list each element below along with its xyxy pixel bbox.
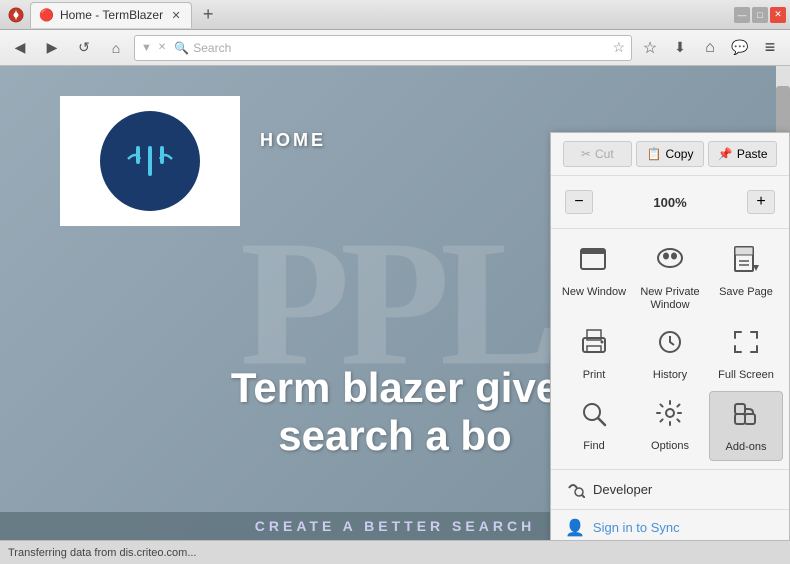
sync-icon: 👤 (565, 518, 585, 538)
full-screen-label: Full Screen (718, 369, 774, 382)
find-label: Find (583, 440, 604, 453)
url-dropdown-icon: ▼ (141, 42, 152, 54)
addons-menu-item[interactable]: Add-ons (709, 391, 783, 461)
developer-icon (565, 478, 585, 501)
copy-button[interactable]: 📋 Copy (636, 141, 705, 167)
window-controls: — □ ✕ (734, 7, 790, 23)
developer-menu-item[interactable]: Developer (551, 470, 789, 509)
find-icon (579, 399, 609, 434)
edit-section: ✂ Cut 📋 Copy 📌 Paste (551, 133, 789, 176)
minimize-button[interactable]: — (734, 7, 750, 23)
forward-button[interactable]: ▶ (38, 34, 66, 62)
sign-in-label: Sign in to Sync (593, 520, 680, 535)
history-icon (655, 328, 685, 363)
dropdown-menu: ✂ Cut 📋 Copy 📌 Paste − 100% + (550, 132, 790, 540)
close-button[interactable]: ✕ (770, 7, 786, 23)
zoom-row: − 100% + (563, 184, 777, 220)
copy-icon: 📋 (647, 147, 662, 161)
chat-icon[interactable]: 💬 (726, 34, 754, 62)
home-button[interactable]: ⌂ (102, 34, 130, 62)
zoom-section: − 100% + (551, 176, 789, 229)
cut-icon: ✂ (581, 147, 591, 161)
paste-button[interactable]: 📌 Paste (708, 141, 777, 167)
status-text: Transferring data from dis.criteo.com... (8, 547, 197, 559)
bookmark-icon[interactable]: ☆ (612, 39, 625, 56)
search-input[interactable]: Search (193, 41, 608, 55)
status-bar: Transferring data from dis.criteo.com... (0, 540, 790, 564)
nav-right-icons: ☆ ⬇ ⌂ 💬 ≡ (636, 34, 784, 62)
new-window-icon (579, 245, 609, 280)
home-nav-icon[interactable]: ⌂ (696, 34, 724, 62)
print-menu-item[interactable]: Print (557, 320, 631, 388)
back-button[interactable]: ◀ (6, 34, 34, 62)
history-label: History (653, 369, 687, 382)
bookmarks-icon[interactable]: ☆ (636, 34, 664, 62)
title-bar-left: 🔴 Home - TermBlazer ✕ + (0, 2, 734, 28)
icon-grid: New Window New Private Window (551, 229, 789, 470)
new-private-window-menu-item[interactable]: New Private Window (633, 237, 707, 318)
nav-bar: ◀ ▶ ↺ ⌂ ▼ ✕ 🔍 Search ☆ ☆ ⬇ ⌂ 💬 ≡ (0, 30, 790, 66)
history-menu-item[interactable]: History (633, 320, 707, 388)
main-content: PPL HOME Term bl (0, 66, 790, 540)
url-bar-icons: ☆ (612, 39, 625, 56)
addons-label: Add-ons (726, 441, 767, 454)
zoom-out-button[interactable]: − (565, 190, 593, 214)
save-page-menu-item[interactable]: Save Page (709, 237, 783, 318)
paste-icon: 📌 (718, 147, 733, 161)
cut-button[interactable]: ✂ Cut (563, 141, 632, 167)
sign-in-menu-item[interactable]: 👤 Sign in to Sync (551, 509, 789, 540)
download-icon[interactable]: ⬇ (666, 34, 694, 62)
print-icon (579, 328, 609, 363)
url-x-icon: ✕ (158, 42, 166, 53)
zoom-in-button[interactable]: + (747, 190, 775, 214)
options-label: Options (651, 440, 689, 453)
tab-favicon: 🔴 (39, 8, 54, 22)
save-page-label: Save Page (719, 286, 773, 299)
tab-title: Home - TermBlazer (60, 8, 163, 22)
url-bar[interactable]: ▼ ✕ 🔍 Search ☆ (134, 35, 632, 61)
options-menu-item[interactable]: Options (633, 391, 707, 461)
maximize-button[interactable]: □ (752, 7, 768, 23)
addons-icon (731, 400, 761, 435)
edit-row: ✂ Cut 📋 Copy 📌 Paste (563, 141, 777, 167)
logo-container (60, 96, 240, 226)
logo-circle (100, 111, 200, 211)
new-tab-button[interactable]: + (196, 3, 220, 27)
new-private-window-label: New Private Window (637, 286, 703, 312)
save-page-icon (731, 245, 761, 280)
browser-tab[interactable]: 🔴 Home - TermBlazer ✕ (30, 2, 192, 28)
title-bar: 🔴 Home - TermBlazer ✕ + — □ ✕ (0, 0, 790, 30)
full-screen-icon (731, 328, 761, 363)
bottom-site-text: CREATE A BETTER SEARCH (255, 518, 535, 534)
print-label: Print (583, 369, 606, 382)
new-window-menu-item[interactable]: New Window (557, 237, 631, 318)
search-icon: 🔍 (174, 41, 189, 55)
options-icon (655, 399, 685, 434)
new-window-label: New Window (562, 286, 626, 299)
hamburger-menu-button[interactable]: ≡ (756, 34, 784, 62)
developer-label: Developer (593, 482, 652, 497)
find-menu-item[interactable]: Find (557, 391, 631, 461)
full-screen-menu-item[interactable]: Full Screen (709, 320, 783, 388)
browser-favicon (8, 7, 24, 23)
zoom-value: 100% (653, 195, 686, 210)
refresh-button[interactable]: ↺ (70, 34, 98, 62)
tab-close-button[interactable]: ✕ (169, 8, 183, 22)
new-private-window-icon (655, 245, 685, 280)
